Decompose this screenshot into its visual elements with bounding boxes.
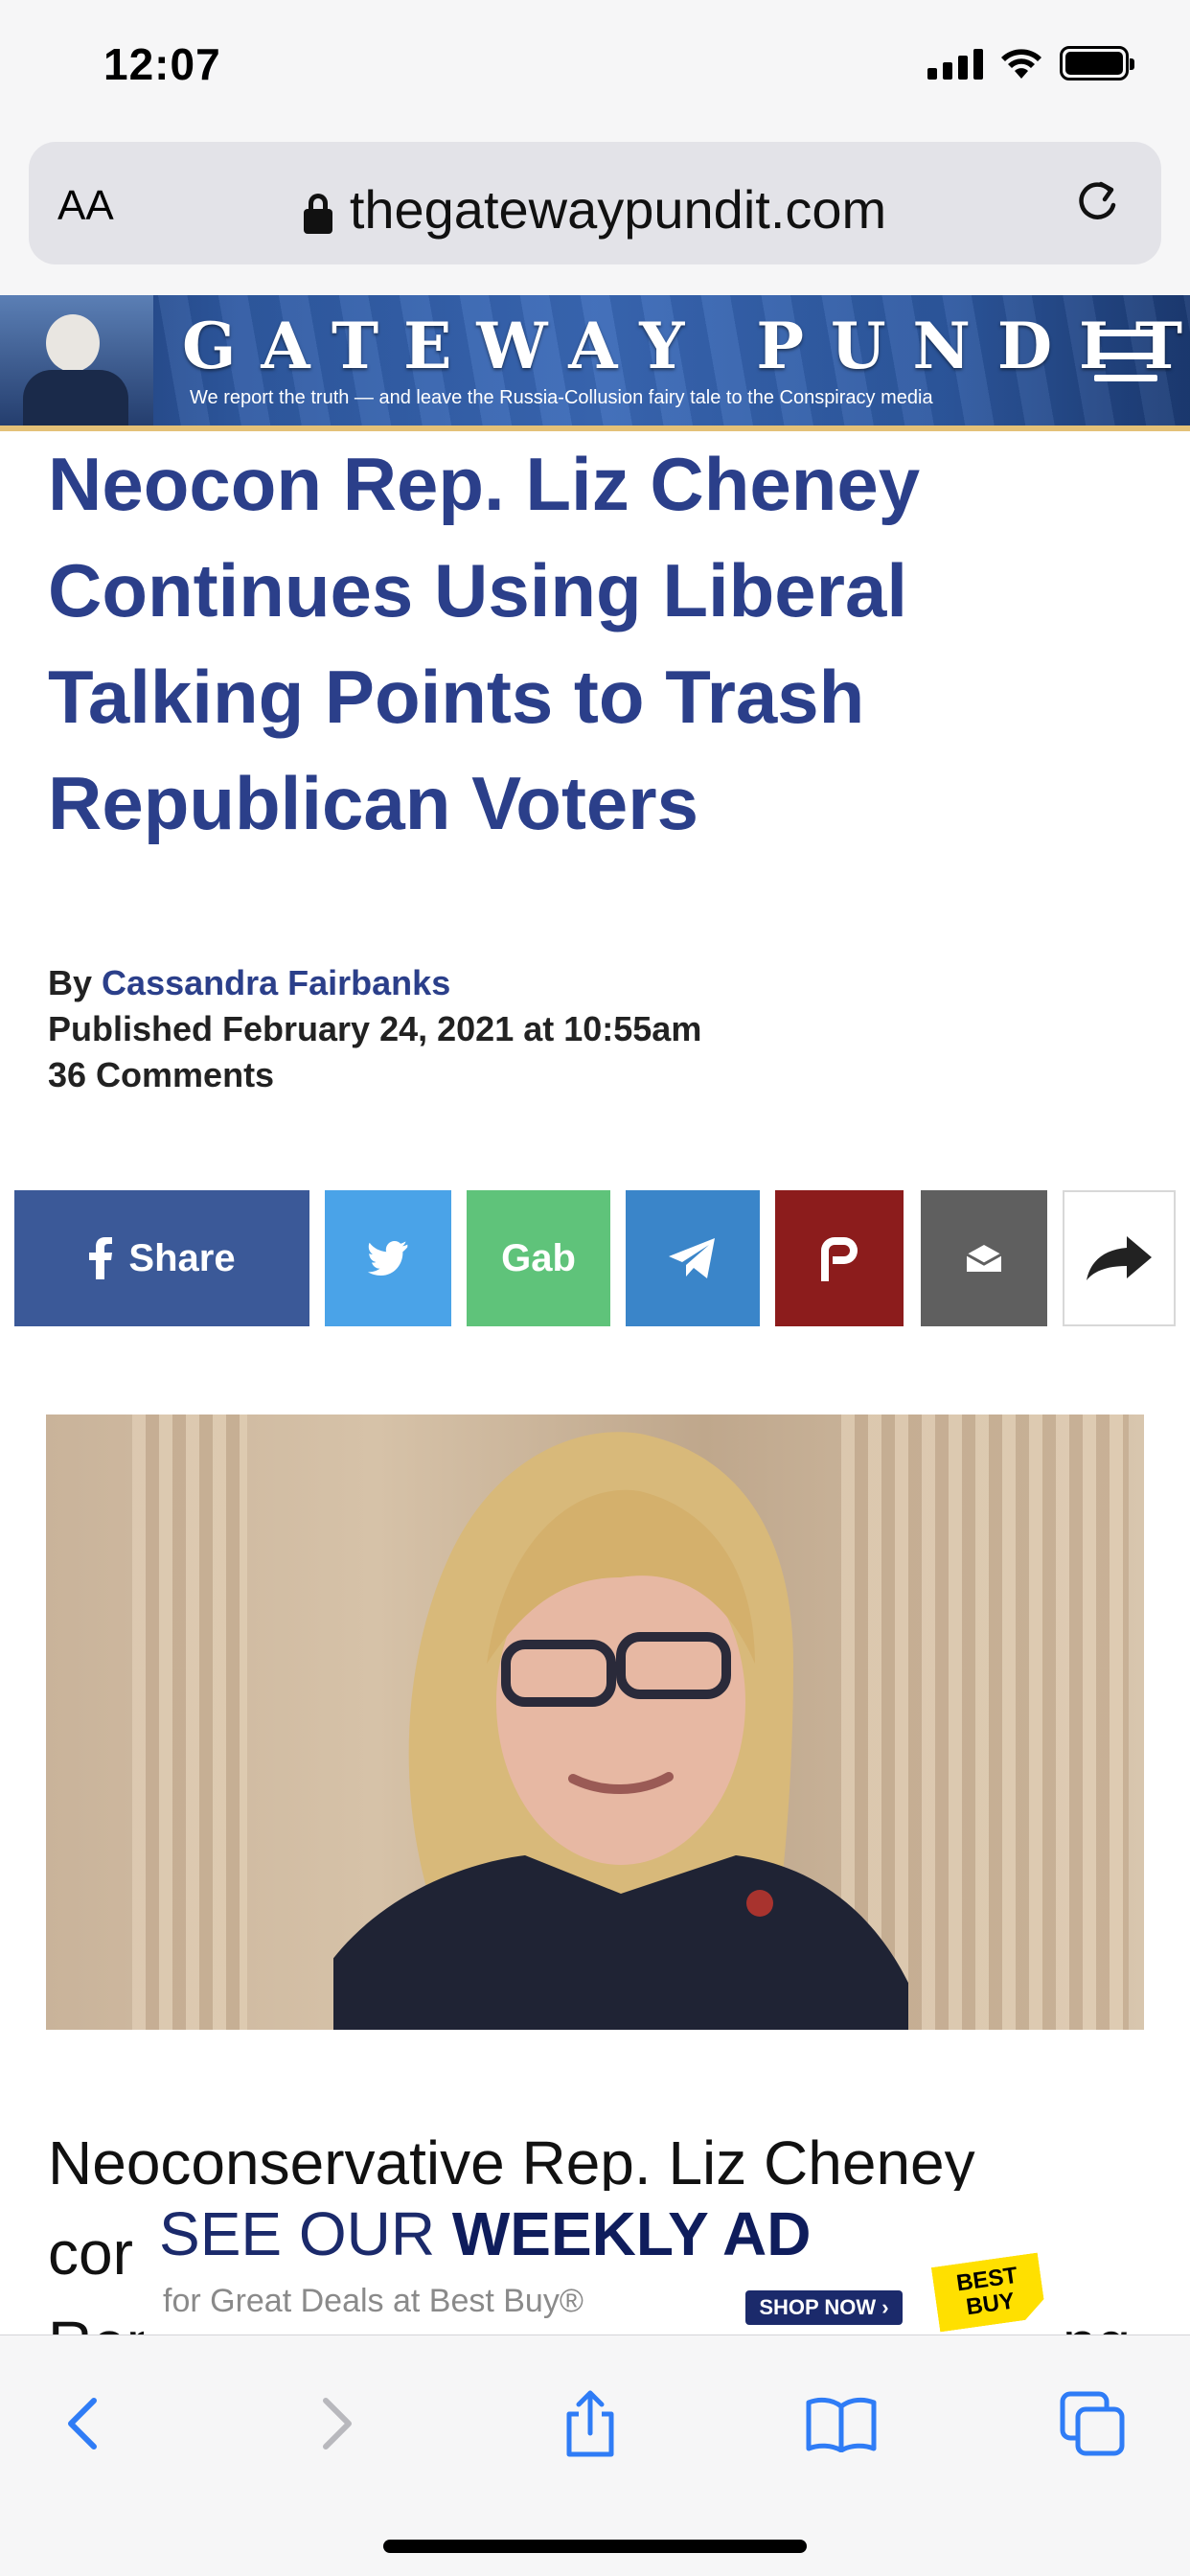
- tabs-icon: [1060, 2391, 1125, 2456]
- article-headline: Neocon Rep. Liz Cheney Continues Using L…: [48, 442, 921, 845]
- facebook-share-button[interactable]: Share: [14, 1190, 309, 1326]
- share-icon: [566, 2390, 614, 2457]
- byline: By Cassandra Fairbanks: [48, 960, 701, 1006]
- lock-icon: [303, 194, 332, 235]
- ad-shop-now-button[interactable]: SHOP NOW ›: [745, 2290, 903, 2325]
- ad-title-light: SEE OUR: [159, 2199, 452, 2268]
- image-column: [132, 1414, 247, 2030]
- header-photo: [0, 295, 153, 426]
- signal-icon: [927, 47, 983, 80]
- email-icon: [966, 1245, 1002, 1272]
- ad-title: SEE OUR WEEKLY AD: [159, 2198, 811, 2269]
- status-time: 12:07: [103, 39, 221, 89]
- bookmarks-button[interactable]: [803, 2385, 880, 2462]
- published-date: Published February 24, 2021 at 10:55am: [48, 1009, 702, 1048]
- twitter-icon: [367, 1241, 408, 1276]
- address-bar[interactable]: AA thegatewaypundit.com: [29, 142, 1161, 264]
- comments-link[interactable]: 36 Comments: [48, 1052, 701, 1098]
- by-label: By: [48, 963, 93, 1002]
- url-display[interactable]: thegatewaypundit.com: [29, 178, 1161, 241]
- browser-chrome: AA thegatewaypundit.com: [0, 134, 1190, 295]
- parler-icon: [821, 1237, 858, 1281]
- url-text: thegatewaypundit.com: [349, 179, 887, 240]
- forward-button[interactable]: [299, 2385, 376, 2462]
- logo-word-gateway: GATEWAY: [182, 309, 710, 383]
- facebook-icon: [89, 1237, 113, 1279]
- telegram-share-button[interactable]: [626, 1190, 760, 1326]
- gab-share-button[interactable]: Gab: [467, 1190, 610, 1326]
- telegram-icon: [669, 1238, 715, 1278]
- best-buy-logo: BEST BUY: [931, 2253, 1046, 2333]
- battery-icon: [1060, 46, 1134, 80]
- article-image: [46, 1414, 1144, 2030]
- tabs-button[interactable]: [1054, 2385, 1131, 2462]
- next-icon: [323, 2398, 352, 2450]
- site-header: GATEWAY PUNDIT We report the truth — and…: [0, 295, 1190, 431]
- site-logo[interactable]: GATEWAY PUNDIT: [182, 309, 1190, 383]
- menu-icon[interactable]: [1094, 330, 1157, 381]
- more-share-button[interactable]: [1063, 1190, 1176, 1326]
- twitter-share-button[interactable]: [325, 1190, 451, 1326]
- article-meta: By Cassandra Fairbanks Published Februar…: [48, 960, 701, 1098]
- forward-icon: [1087, 1236, 1152, 1280]
- home-indicator[interactable]: [383, 2540, 807, 2553]
- status-bar: 12:07: [0, 0, 1190, 134]
- author-link[interactable]: Cassandra Fairbanks: [102, 963, 450, 1002]
- best-buy-ad[interactable]: SEE OUR WEEKLY AD for Great Deals at Bes…: [144, 2191, 1054, 2334]
- image-subject: [295, 1414, 927, 2030]
- share-button[interactable]: [552, 2385, 629, 2462]
- bookmarks-icon: [806, 2397, 877, 2452]
- parler-share-button[interactable]: [775, 1190, 904, 1326]
- back-icon: [68, 2398, 97, 2450]
- ad-subtitle: for Great Deals at Best Buy®: [163, 2283, 584, 2319]
- reload-icon[interactable]: [1071, 176, 1123, 228]
- status-icons: [927, 46, 1134, 80]
- facebook-share-label: Share: [128, 1236, 236, 1279]
- back-button[interactable]: [44, 2385, 121, 2462]
- site-tagline: We report the truth — and leave the Russ…: [190, 387, 933, 408]
- wifi-icon: [1001, 49, 1041, 79]
- gab-share-label: Gab: [501, 1236, 576, 1279]
- ad-title-bold: WEEKLY AD: [451, 2199, 812, 2268]
- email-share-button[interactable]: [921, 1190, 1047, 1326]
